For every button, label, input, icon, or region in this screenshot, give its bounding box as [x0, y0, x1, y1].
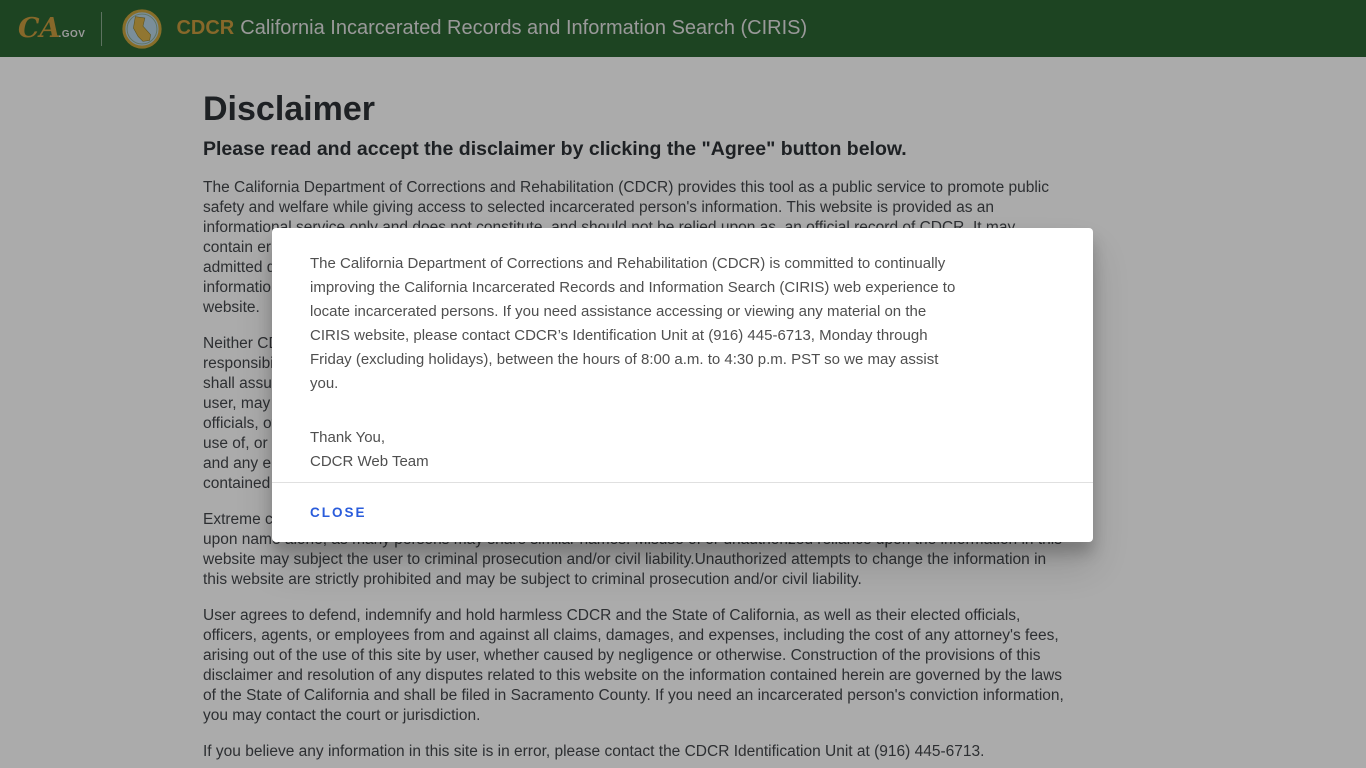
dialog-footer: CLOSE [272, 483, 1093, 541]
close-button[interactable]: CLOSE [310, 499, 375, 526]
accessibility-notice-dialog: The California Department of Corrections… [272, 228, 1093, 542]
dialog-body: The California Department of Corrections… [272, 228, 1093, 483]
dialog-message: The California Department of Corrections… [310, 255, 956, 392]
dialog-signoff: Thank You, CDCR Web Team [310, 429, 429, 470]
